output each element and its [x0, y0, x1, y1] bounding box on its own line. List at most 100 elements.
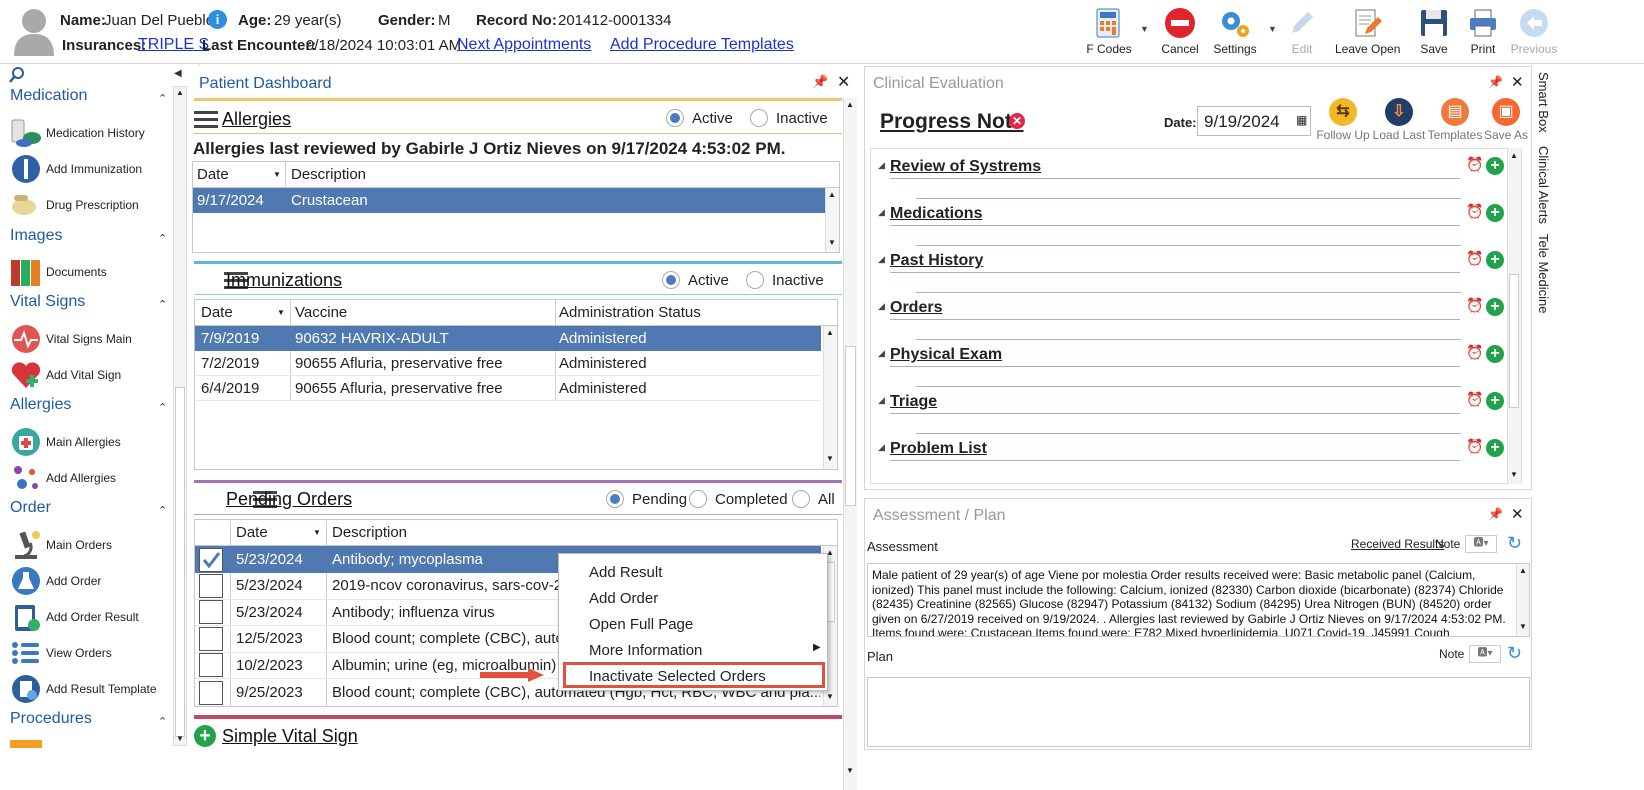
clinical-scrollbar[interactable]: ▲ ▼ [1507, 148, 1521, 484]
table-row[interactable]: 7/9/2019 90632 HAVRIX-ADULT Administered [195, 326, 821, 351]
scroll-up-icon[interactable]: ▲ [828, 190, 836, 199]
add-procedure-templates-link[interactable]: Add Procedure Templates [610, 36, 794, 54]
collapse-icon[interactable]: ◢ [878, 301, 885, 312]
tab-clinical-alerts[interactable]: Clinical Alerts [1536, 146, 1551, 224]
save-as-button[interactable]: ▣ Save As [1478, 98, 1534, 144]
section-title[interactable]: Problem List [890, 440, 987, 458]
pin-icon[interactable]: 📌 [1488, 507, 1503, 521]
pending-orders-title[interactable]: Pending Orders [226, 489, 352, 510]
previous-button[interactable]: Previous [1502, 4, 1566, 60]
section-past-history[interactable]: ◢ Past History ⏰ + [876, 248, 1516, 293]
insurance-link[interactable]: TRIPLE S [138, 36, 209, 54]
grid-scrollbar[interactable]: ▲ ▼ [823, 326, 837, 469]
load-last-button[interactable]: ⇩ Load Last [1371, 98, 1427, 144]
hamburger-icon[interactable] [194, 111, 218, 129]
add-plus-icon[interactable]: + [194, 725, 216, 747]
tab-tele-medicine[interactable]: Tele Medicine [1536, 234, 1551, 314]
assessment-textarea[interactable]: Male patient of 29 year(s) of age Viene … [867, 563, 1530, 637]
sort-icon[interactable]: ▼ [313, 528, 321, 537]
alarm-icon[interactable]: ⏰ [1466, 297, 1483, 314]
grid-scrollbar[interactable]: ▲ ▼ [825, 188, 839, 252]
col-description[interactable]: Description [291, 162, 366, 187]
textarea-scrollbar[interactable]: ▲ ▼ [1516, 564, 1529, 636]
col-date[interactable]: Date [236, 520, 268, 545]
date-input[interactable]: 9/19/2024 ▦ [1197, 106, 1311, 136]
immunizations-active-radio[interactable]: Active [662, 271, 729, 289]
dashboard-scrollbar[interactable]: ▲ ▼ [843, 98, 857, 790]
checkbox-checked[interactable] [199, 547, 223, 572]
nav-item-main-orders[interactable]: Main Orders [10, 528, 112, 562]
nav-header-order[interactable]: Order [10, 499, 51, 517]
chevron-up-icon[interactable]: ⌃ [158, 504, 167, 517]
nav-header-vital-signs[interactable]: Vital Signs [10, 293, 85, 311]
checkbox[interactable] [199, 680, 223, 705]
pin-icon[interactable]: 📌 [1488, 75, 1503, 89]
immunizations-title[interactable]: Immunizations [226, 270, 342, 291]
scroll-up-icon[interactable]: ▲ [826, 328, 834, 337]
settings-button[interactable]: Settings [1203, 4, 1267, 60]
nav-header-images[interactable]: Images [10, 227, 62, 245]
chevron-up-icon[interactable]: ⌃ [158, 92, 167, 105]
scroll-up-icon[interactable]: ▲ [1510, 151, 1518, 160]
refresh-icon[interactable]: ↻ [1507, 643, 1522, 664]
scroll-down-icon[interactable]: ▼ [826, 692, 834, 701]
add-plus-icon[interactable]: + [1486, 157, 1504, 175]
remove-icon[interactable]: ✕ [1009, 113, 1025, 129]
alarm-icon[interactable]: ⏰ [1466, 391, 1483, 408]
checkbox[interactable] [199, 653, 223, 678]
menu-item-inactivate-selected-orders[interactable]: Inactivate Selected Orders [589, 668, 766, 685]
section-review-of-systems[interactable]: ◢ Review of Systrems ⏰ + [876, 154, 1516, 199]
templates-button[interactable]: ▤ Templates [1427, 98, 1483, 144]
chevron-up-icon[interactable]: ⌃ [158, 298, 167, 311]
nav-item-view-orders[interactable]: View Orders [10, 636, 112, 670]
edit-button[interactable]: Edit [1270, 4, 1334, 60]
scroll-down-icon[interactable]: ▼ [1510, 470, 1518, 479]
section-title[interactable]: Triage [890, 393, 937, 411]
add-plus-icon[interactable]: + [1486, 298, 1504, 316]
col-vaccine[interactable]: Vaccine [295, 300, 347, 325]
menu-item-more-information[interactable]: More Information [589, 642, 702, 659]
nav-item-add-order-result[interactable]: Add Order Result [10, 600, 139, 634]
add-plus-icon[interactable]: + [1486, 251, 1504, 269]
scroll-up-icon[interactable]: ▲ [176, 88, 184, 97]
scroll-up-icon[interactable]: ▲ [1519, 566, 1527, 575]
section-physical-exam[interactable]: ◢ Physical Exam ⏰ + [876, 342, 1516, 387]
section-title[interactable]: Orders [890, 299, 942, 317]
allergies-active-radio[interactable]: Active [666, 109, 733, 127]
menu-item-add-result[interactable]: Add Result [589, 564, 662, 581]
chevron-up-icon[interactable]: ⌃ [158, 715, 167, 728]
alarm-icon[interactable]: ⏰ [1466, 250, 1483, 267]
add-plus-icon[interactable]: + [1486, 345, 1504, 363]
table-row[interactable]: 6/4/2019 90655 Afluria, preservative fre… [195, 376, 821, 401]
section-medications[interactable]: ◢ Medications ⏰ + [876, 201, 1516, 246]
note-dropdown[interactable]: 🅰▾ [1465, 535, 1497, 553]
allergies-title[interactable]: Allergies [222, 109, 291, 130]
add-plus-icon[interactable]: + [1486, 204, 1504, 222]
close-icon[interactable]: ✕ [1511, 73, 1524, 91]
nav-item-main-allergies[interactable]: Main Allergies [10, 425, 121, 459]
scroll-down-icon[interactable]: ▼ [826, 454, 834, 463]
plan-textarea[interactable] [867, 677, 1530, 747]
alarm-icon[interactable]: ⏰ [1466, 344, 1483, 361]
scroll-down-icon[interactable]: ▼ [828, 238, 836, 247]
collapse-icon[interactable]: ◢ [878, 348, 885, 359]
collapse-icon[interactable]: ◢ [878, 160, 885, 171]
nav-item-drug-prescription[interactable]: Drug Prescription [10, 188, 139, 222]
col-description[interactable]: Description [332, 520, 407, 545]
nav-header-medication[interactable]: Medication [10, 87, 87, 105]
section-title[interactable]: Past History [890, 252, 983, 270]
nav-item-add-result-template[interactable]: Add Result Template [10, 672, 157, 706]
simple-vital-sign-title[interactable]: Simple Vital Sign [222, 726, 358, 747]
pin-icon[interactable]: 📌 [812, 74, 828, 90]
follow-up-button[interactable]: ⇆ Follow Up [1315, 98, 1371, 144]
section-triage[interactable]: ◢ Triage ⏰ + [876, 389, 1516, 434]
nav-item-add-vital-sign[interactable]: Add Vital Sign [10, 358, 121, 392]
checkbox[interactable] [199, 626, 223, 651]
search-icon[interactable] [8, 66, 26, 89]
checkbox[interactable] [199, 573, 223, 598]
menu-item-add-order[interactable]: Add Order [589, 590, 658, 607]
nav-item-add-allergies[interactable]: Add Allergies [10, 461, 116, 495]
close-icon[interactable]: ✕ [1511, 505, 1524, 523]
nav-item-documents[interactable]: Documents [10, 255, 107, 289]
tab-smart-box[interactable]: Smart Box [1536, 72, 1551, 133]
